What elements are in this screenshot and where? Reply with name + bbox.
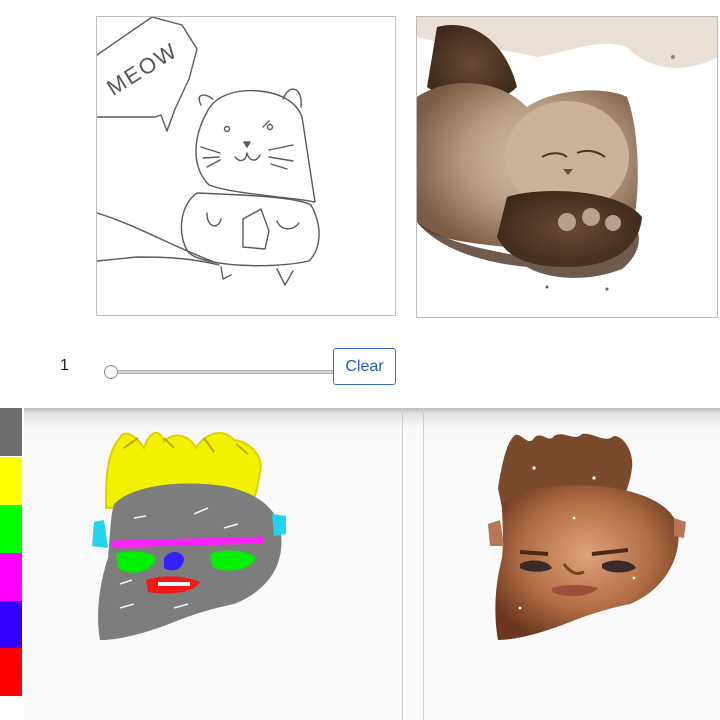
- right-whiskers: [268, 144, 294, 170]
- left-foot: [220, 266, 232, 280]
- face-sketch-canvas[interactable]: [24, 408, 403, 720]
- right-eye: [266, 123, 274, 131]
- left-whiskers: [200, 146, 221, 168]
- swatch-yellow[interactable]: [0, 457, 22, 505]
- swatch-gray[interactable]: [0, 408, 22, 456]
- generated-face-image: [423, 408, 720, 720]
- belly-patch: [242, 208, 270, 250]
- swatch-red[interactable]: [0, 648, 22, 696]
- generated-cat-image: [416, 16, 718, 318]
- cat-body-outline: [180, 192, 320, 267]
- left-ear: [198, 94, 214, 106]
- right-foot: [276, 268, 294, 286]
- face-demo-panel: [0, 408, 720, 720]
- left-eye: [223, 125, 231, 133]
- generated-face-picture: [488, 433, 686, 640]
- cat-line-drawing: MEOW: [97, 17, 320, 286]
- slider-track[interactable]: [110, 370, 334, 374]
- mouth: [234, 152, 261, 162]
- clear-button[interactable]: Clear: [333, 348, 396, 385]
- brush-size-value: 1: [60, 357, 69, 374]
- generated-cat-picture: [417, 17, 717, 291]
- swatch-magenta[interactable]: [0, 553, 22, 601]
- cat-demo-panel: MEOW 1 Clear: [0, 0, 720, 408]
- swatch-green[interactable]: [0, 505, 22, 553]
- left-arm: [206, 212, 222, 227]
- color-palette: [0, 408, 24, 720]
- right-arm: [276, 220, 300, 230]
- brush-size-slider[interactable]: [102, 362, 334, 382]
- face-color-drawing: [92, 432, 286, 640]
- cat-head-outline: [195, 89, 316, 203]
- nose: [243, 141, 251, 148]
- tail: [97, 212, 220, 266]
- sketch-drawing-canvas[interactable]: MEOW: [96, 16, 396, 316]
- meow-text: MEOW: [102, 37, 182, 100]
- swatch-blue[interactable]: [0, 601, 22, 649]
- slider-thumb[interactable]: [104, 365, 118, 379]
